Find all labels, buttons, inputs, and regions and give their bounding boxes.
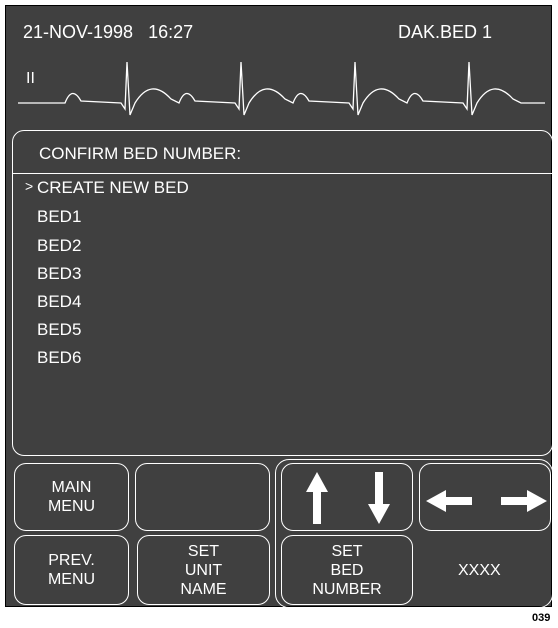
ecg-trace	[18, 61, 545, 116]
main-menu-button[interactable]: MAIN MENU	[14, 463, 129, 531]
menu-item-bed5[interactable]: BED5	[37, 320, 81, 340]
arrow-left-icon	[426, 490, 472, 512]
xxxx-label: XXXX	[458, 562, 501, 579]
blank-softkey[interactable]	[135, 463, 270, 531]
panel-title: CONFIRM BED NUMBER:	[39, 144, 242, 163]
ecg-waveform	[18, 61, 545, 116]
menu-item-bed3[interactable]: BED3	[37, 264, 81, 284]
left-right-button[interactable]	[419, 463, 551, 531]
arrow-right-icon	[501, 490, 547, 512]
arrow-up-icon	[306, 472, 328, 524]
panel-divider	[12, 173, 553, 174]
set-bed-number-button[interactable]: SET BED NUMBER	[281, 535, 413, 605]
menu-item-bed6[interactable]: BED6	[37, 348, 81, 368]
up-down-button[interactable]	[281, 463, 413, 531]
menu-item-bed2[interactable]: BED2	[37, 236, 81, 256]
menu-item-bed1[interactable]: BED1	[37, 207, 81, 227]
selection-cursor: >	[25, 178, 34, 194]
arrow-down-icon	[368, 472, 390, 524]
set-unit-name-button[interactable]: SET UNIT NAME	[137, 535, 270, 605]
figure-tag: 039	[532, 612, 551, 624]
menu-item-create-new-bed[interactable]: CREATE NEW BED	[37, 178, 189, 198]
menu-item-bed4[interactable]: BED4	[37, 292, 81, 312]
prev-menu-button[interactable]: PREV. MENU	[14, 535, 129, 605]
